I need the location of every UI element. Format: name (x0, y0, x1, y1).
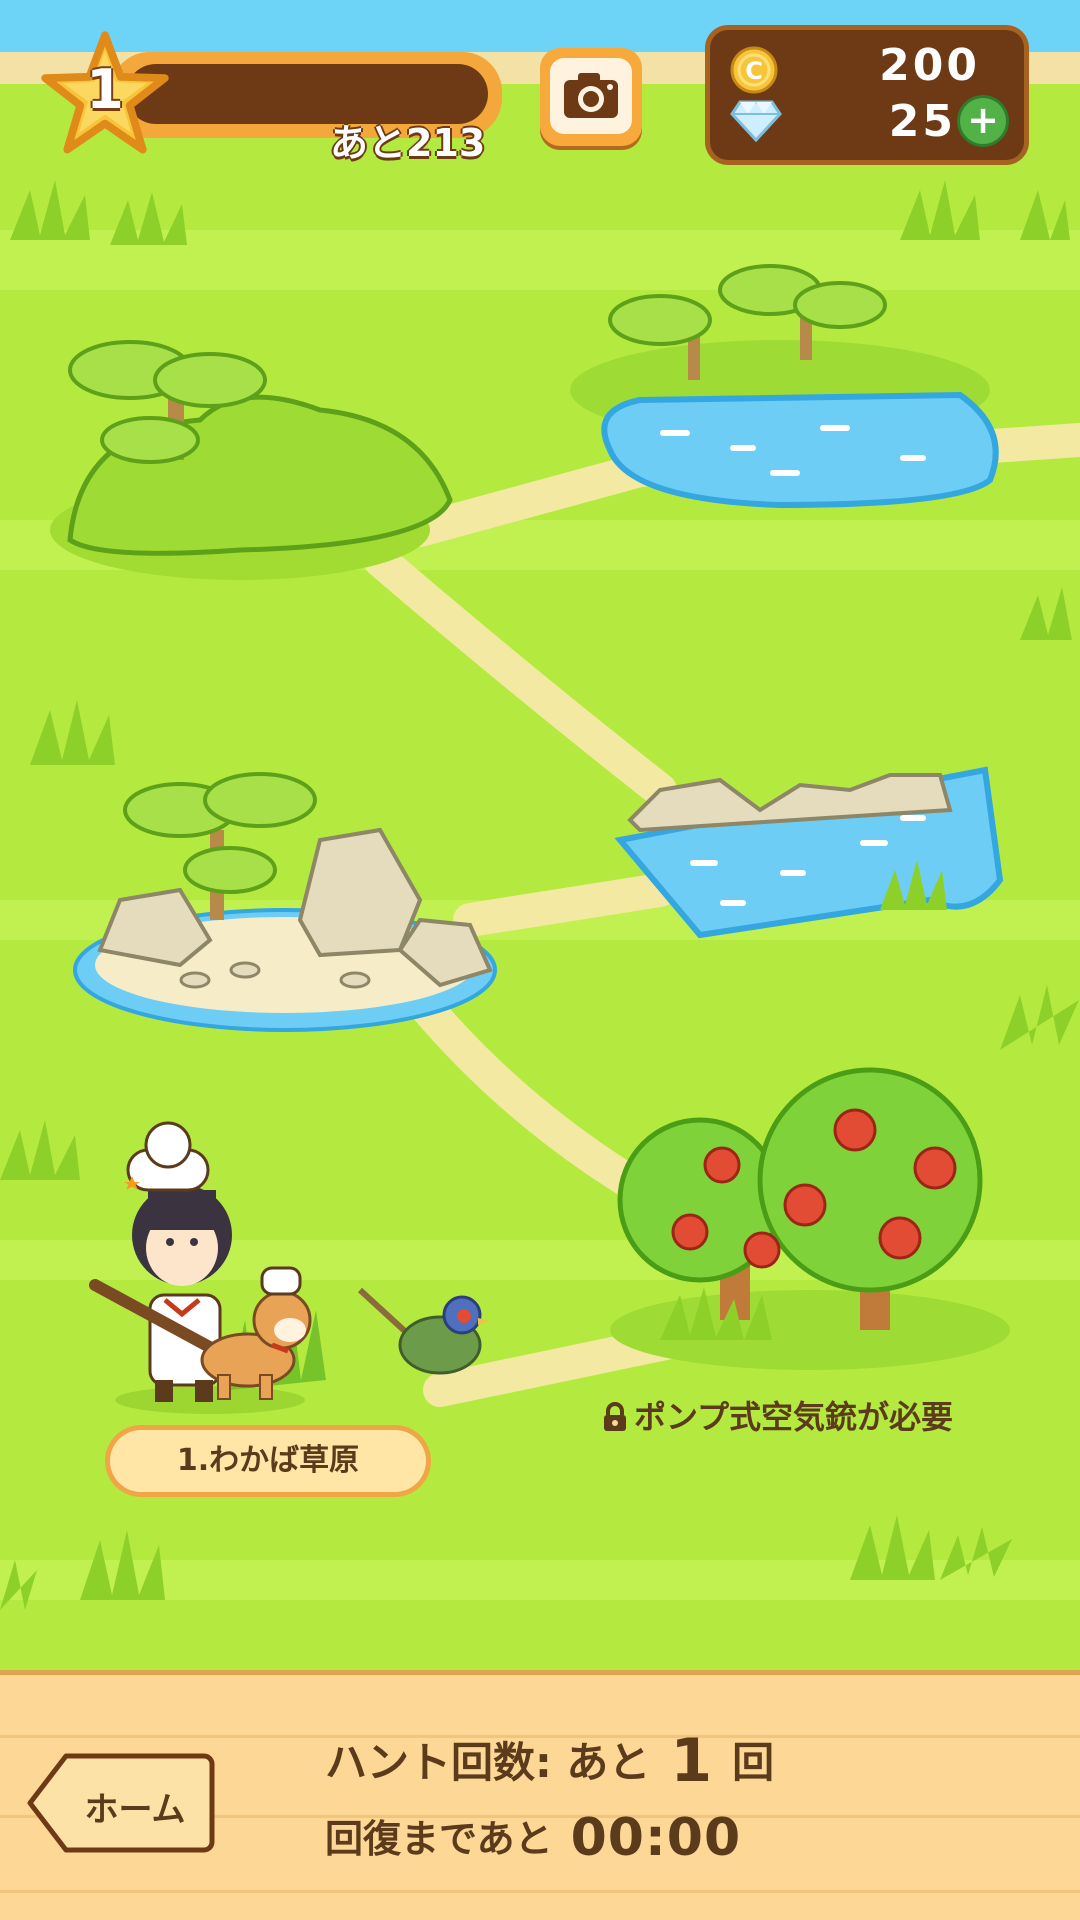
home-button[interactable]: ホーム (70, 1782, 200, 1831)
hunt-count-row: ハント回数: あと 1 回 (325, 1726, 774, 1796)
recovery-timer-value: 00:00 (570, 1808, 742, 1868)
xp-remaining-label: あと213 (330, 121, 486, 165)
svg-text:C: C (745, 57, 763, 85)
lock-icon (604, 1402, 626, 1431)
diamond-icon (730, 100, 782, 142)
gem-count: 25 (888, 96, 956, 147)
current-area-label[interactable]: 1.わかば草原 (110, 1430, 426, 1492)
plus-icon: + (967, 98, 999, 142)
map-background (0, 0, 1080, 1674)
recovery-timer-prefix: 回復まであと (325, 1817, 553, 1861)
locked-requirement-note: ポンプ式空気銃が必要 (600, 1392, 953, 1438)
coin-count: 200 (879, 40, 980, 91)
recovery-timer-row: 回復まであと 00:00 (325, 1808, 741, 1868)
hunt-count-suffix: 回 (732, 1738, 775, 1787)
hunt-count-prefix: ハント回数: あと (325, 1738, 651, 1787)
hunt-count-value: 1 (670, 1726, 713, 1796)
camera-button[interactable] (540, 48, 642, 146)
add-gems-button[interactable]: + (960, 98, 1006, 144)
camera-icon (564, 73, 618, 118)
coin-icon: C (730, 46, 778, 94)
hunt-map-screen: 1 あと213 C 200 25 + 1.わかば草原 ポンプ式空気銃が必要 ホー… (0, 0, 1080, 1920)
player-level: 1 (86, 58, 124, 121)
locked-requirement-text: ポンプ式空気銃が必要 (634, 1398, 954, 1436)
